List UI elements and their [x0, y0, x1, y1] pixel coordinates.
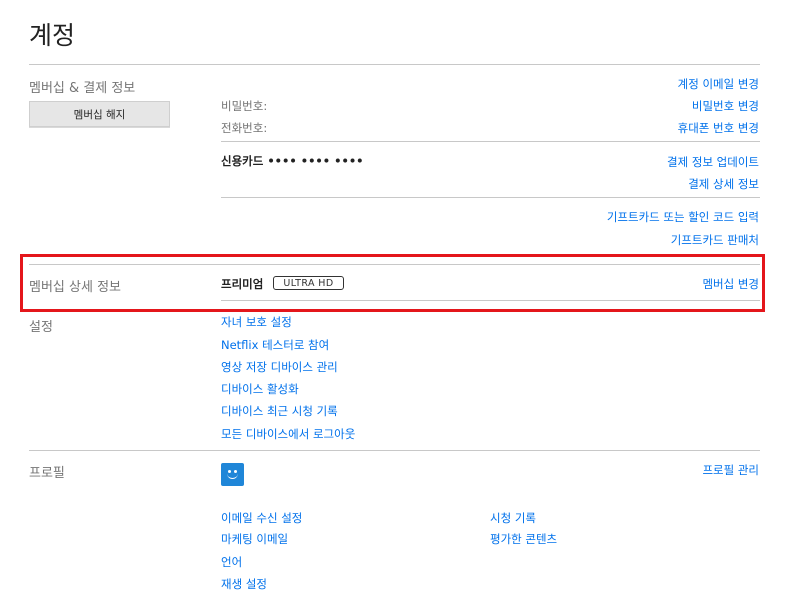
- divider: [29, 64, 760, 65]
- divider: [29, 450, 760, 451]
- profile-avatar-icon[interactable]: [221, 463, 244, 486]
- language-link[interactable]: 언어: [221, 554, 242, 570]
- download-devices-link[interactable]: 영상 저장 디바이스 관리: [221, 359, 338, 375]
- membership-section-label: 멤버십 & 결제 정보: [29, 81, 136, 96]
- billing-details-link[interactable]: 결제 상세 정보: [688, 176, 759, 192]
- parental-controls-link[interactable]: 자녀 보호 설정: [221, 314, 292, 330]
- change-email-link[interactable]: 계정 이메일 변경: [678, 76, 759, 92]
- change-password-link[interactable]: 비밀번호 변경: [692, 98, 759, 114]
- divider: [221, 141, 760, 142]
- email-preferences-link[interactable]: 이메일 수신 설정: [221, 510, 302, 526]
- manage-profiles-link[interactable]: 프로필 관리: [702, 462, 759, 478]
- test-participation-link[interactable]: Netflix 테스터로 참여: [221, 337, 329, 353]
- viewing-activity-link[interactable]: 시청 기록: [490, 510, 536, 526]
- ratings-link[interactable]: 평가한 콘텐츠: [490, 531, 557, 547]
- plan-highlight-box: [20, 254, 765, 312]
- change-phone-link[interactable]: 휴대폰 번호 변경: [678, 120, 759, 136]
- page-title: 계정: [29, 21, 76, 50]
- playback-settings-link[interactable]: 재생 설정: [221, 576, 267, 592]
- marketing-email-link[interactable]: 마케팅 이메일: [221, 531, 288, 547]
- settings-section-label: 설정: [29, 320, 53, 335]
- gift-retailers-link[interactable]: 기프트카드 판매처: [671, 232, 759, 248]
- update-payment-link[interactable]: 결제 정보 업데이트: [667, 154, 759, 170]
- recent-streaming-link[interactable]: 디바이스 최근 시청 기록: [221, 403, 338, 419]
- profile-section-label: 프로필: [29, 466, 65, 481]
- sign-out-all-link[interactable]: 모든 디바이스에서 로그아웃: [221, 426, 355, 442]
- credit-card-label: 신용카드 •••• •••• ••••: [221, 154, 364, 168]
- redeem-gift-link[interactable]: 기프트카드 또는 할인 코드 입력: [607, 209, 759, 225]
- phone-label: 전화번호:: [221, 121, 268, 135]
- divider: [221, 197, 760, 198]
- cancel-membership-button[interactable]: 멤버십 해지: [29, 101, 170, 127]
- activate-device-link[interactable]: 디바이스 활성화: [221, 381, 299, 397]
- password-label: 비밀번호:: [221, 99, 268, 113]
